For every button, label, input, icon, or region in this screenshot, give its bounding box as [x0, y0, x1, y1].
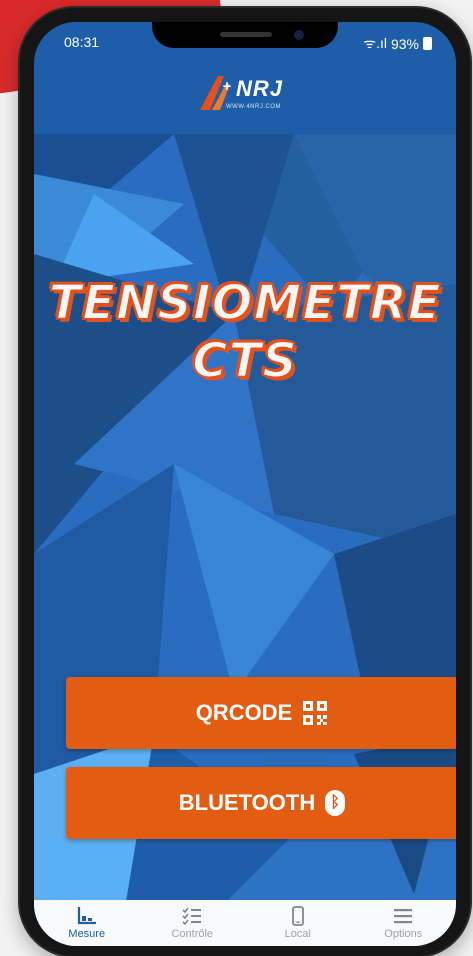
app-header: + NRJ WWW.4NRJ.COM	[34, 62, 456, 134]
menu-icon	[394, 909, 413, 924]
tab-options-label: Options	[384, 928, 423, 940]
title-line-1: TENSIOMETRE	[48, 274, 442, 332]
app-title: TENSIOMETRE CTS	[34, 274, 456, 390]
battery-icon	[423, 37, 432, 50]
bluetooth-icon: ᛒ	[325, 790, 346, 816]
tab-mesure-label: Mesure	[68, 928, 106, 940]
tab-local-label: Local	[284, 928, 311, 940]
tab-controle[interactable]: Contrôle	[140, 900, 246, 946]
qrcode-icon	[303, 701, 328, 725]
battery-level: 93%	[390, 35, 419, 52]
bluetooth-button[interactable]: BLUETOOTH ᛒ	[66, 767, 456, 839]
checklist-icon	[182, 907, 202, 926]
logo-brand-text: NRJ	[236, 76, 284, 101]
nrj-logo: + NRJ WWW.4NRJ.COM	[196, 72, 316, 116]
phone-icon	[291, 906, 304, 926]
qrcode-button-label: QRCODE	[195, 700, 293, 725]
tab-options[interactable]: Options	[351, 900, 457, 946]
title-line-2: CTS	[191, 332, 298, 390]
phone-frame: 08:31 ᯤ.ıl 93% + NRJ WWW.4NRJ.COM TENSIO…	[20, 8, 470, 956]
tab-local[interactable]: Local	[245, 900, 351, 946]
tab-controle-label: Contrôle	[171, 928, 214, 940]
chart-icon	[77, 907, 96, 925]
app-screen: 08:31 ᯤ.ıl 93% + NRJ WWW.4NRJ.COM TENSIO…	[34, 22, 456, 946]
qrcode-button[interactable]: QRCODE	[66, 677, 456, 749]
bluetooth-button-label: BLUETOOTH	[178, 790, 316, 815]
device-notch	[152, 22, 338, 48]
status-time: 08:31	[64, 34, 100, 50]
speaker-grille	[220, 32, 272, 37]
logo-url-text: WWW.4NRJ.COM	[226, 104, 281, 110]
tab-mesure[interactable]: Mesure	[34, 900, 140, 946]
signal-icon: ᯤ.ıl	[363, 35, 387, 51]
status-right-group: ᯤ.ıl 93%	[363, 34, 432, 53]
svg-text:+: +	[222, 79, 232, 93]
front-camera	[294, 30, 304, 40]
bottom-tab-bar: Mesure Contrôle Local Options	[34, 900, 456, 946]
